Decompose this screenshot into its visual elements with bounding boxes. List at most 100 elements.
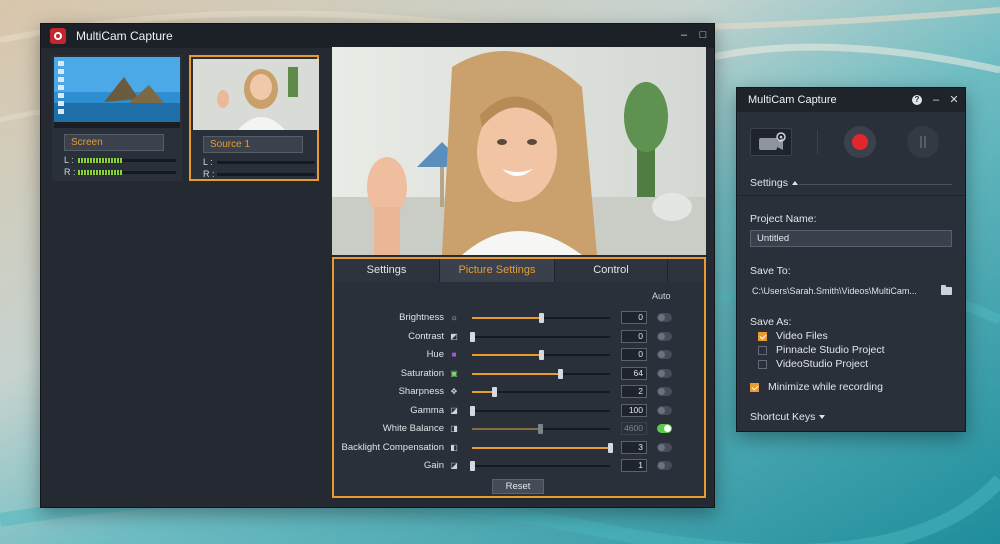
auto-toggle[interactable] xyxy=(657,331,672,341)
setting-value-field[interactable]: 0 xyxy=(621,348,647,361)
setting-value-field[interactable]: 0 xyxy=(621,329,647,343)
divider xyxy=(799,184,952,185)
gamma-icon: ◪ xyxy=(450,405,458,415)
setting-slider[interactable] xyxy=(472,442,613,453)
audio-meter-right: R : xyxy=(203,169,315,179)
sun-icon: ☼ xyxy=(450,313,458,322)
caret-down-icon xyxy=(819,415,826,420)
slider-handle[interactable] xyxy=(539,313,544,323)
setting-value-field[interactable]: 0 xyxy=(621,311,647,324)
tab-settings[interactable]: Settings xyxy=(334,259,440,282)
help-icon[interactable]: ? xyxy=(912,95,922,105)
setting-slider[interactable] xyxy=(472,313,610,323)
auto-toggle[interactable] xyxy=(657,461,672,470)
auto-toggle[interactable] xyxy=(657,350,672,359)
close-icon[interactable]: ✕ xyxy=(948,93,960,107)
record-button[interactable] xyxy=(844,126,876,158)
gain-icon: ◪ xyxy=(450,461,458,470)
picture-setting-row: Backlight Compensation ◧ 3 xyxy=(334,440,704,455)
source-name-field[interactable]: Screen xyxy=(64,134,164,151)
audio-meter-left: L : xyxy=(64,155,176,165)
minimize-while-recording[interactable]: Minimize while recording xyxy=(750,381,883,393)
checkbox[interactable] xyxy=(750,382,759,392)
source-name-field[interactable]: Source 1 xyxy=(203,136,303,153)
audio-meter-left: L : xyxy=(203,157,315,167)
maximize-icon[interactable]: □ xyxy=(696,28,710,42)
slider-handle[interactable] xyxy=(492,387,498,397)
setting-slider[interactable] xyxy=(470,405,610,416)
save-as-label: Save As: xyxy=(750,316,792,328)
settings-tabs: Settings Picture Settings Control xyxy=(334,259,704,282)
setting-label: Contrast xyxy=(408,330,444,342)
setting-label: Gamma xyxy=(410,404,444,416)
picture-setting-row: Brightness ☼ 0 xyxy=(334,311,704,325)
source-camera[interactable]: Source 1 L : R : xyxy=(189,55,319,181)
slider-handle[interactable] xyxy=(537,424,543,434)
auto-toggle[interactable] xyxy=(657,405,672,415)
setting-slider[interactable] xyxy=(470,331,610,342)
save-as-pinnacle-project[interactable]: Pinnacle Studio Project xyxy=(758,344,885,356)
hue-icon: ■ xyxy=(451,350,457,359)
slider-handle[interactable] xyxy=(558,368,564,379)
setting-value-field[interactable]: 2 xyxy=(621,385,647,398)
setting-slider[interactable] xyxy=(472,387,610,397)
setting-slider[interactable] xyxy=(470,461,610,471)
minimize-icon[interactable]: – xyxy=(677,28,691,42)
setting-label: Hue xyxy=(426,349,444,360)
auto-toggle[interactable] xyxy=(657,368,672,378)
save-to-path: C:\Users\Sarah.Smith\Videos\MultiCam... xyxy=(752,286,917,296)
setting-value-field[interactable]: 100 xyxy=(621,403,647,417)
caret-up-icon xyxy=(791,181,798,186)
minimize-icon[interactable]: – xyxy=(930,93,942,107)
folder-icon[interactable] xyxy=(941,285,952,295)
camera-thumbnail xyxy=(193,59,319,130)
picture-settings-panel: Settings Picture Settings Control Auto B… xyxy=(332,257,706,498)
capture-widget: MultiCam Capture ? – ✕ Settings Project … xyxy=(736,87,966,432)
camera-gear-icon xyxy=(759,132,786,150)
slider-handle[interactable] xyxy=(470,405,475,416)
setting-value-field[interactable]: 4600 xyxy=(621,422,647,435)
setting-value-field[interactable]: 1 xyxy=(621,459,647,472)
picture-setting-row: Contrast ◩ 0 xyxy=(334,329,704,344)
setting-value-field[interactable]: 64 xyxy=(621,366,647,380)
slider-handle[interactable] xyxy=(470,461,475,471)
setting-label: Sharpness xyxy=(398,386,444,397)
save-as-video-files[interactable]: Video Files xyxy=(758,330,828,342)
auto-toggle[interactable] xyxy=(657,313,672,322)
pause-button[interactable] xyxy=(907,126,939,158)
save-to-label: Save To: xyxy=(750,265,791,277)
setting-slider[interactable] xyxy=(472,424,610,434)
setting-label: White Balance xyxy=(382,423,444,434)
slider-handle[interactable] xyxy=(608,442,613,453)
tab-control[interactable]: Control xyxy=(555,259,668,282)
widget-title: MultiCam Capture xyxy=(748,94,837,106)
setting-slider[interactable] xyxy=(472,350,610,360)
checkbox[interactable] xyxy=(758,331,767,341)
camera-settings-button[interactable] xyxy=(750,128,792,156)
project-name-input[interactable]: Untitled xyxy=(750,230,952,247)
backlight-icon: ◧ xyxy=(450,442,458,452)
tab-picture-settings[interactable]: Picture Settings xyxy=(440,259,555,282)
setting-value-field[interactable]: 3 xyxy=(621,440,647,454)
auto-toggle[interactable] xyxy=(657,424,672,433)
setting-slider[interactable] xyxy=(472,368,610,379)
picture-setting-row: Sharpness ✥ 2 xyxy=(334,385,704,399)
settings-toggle[interactable]: Settings xyxy=(750,177,798,189)
auto-toggle[interactable] xyxy=(657,387,672,396)
save-as-videostudio-project[interactable]: VideoStudio Project xyxy=(758,358,868,370)
picture-setting-row: Hue ■ 0 xyxy=(334,348,704,362)
shortcut-keys-toggle[interactable]: Shortcut Keys xyxy=(750,411,826,423)
main-titlebar[interactable]: MultiCam Capture – □ xyxy=(41,24,714,48)
slider-handle[interactable] xyxy=(470,331,475,342)
window-title: MultiCam Capture xyxy=(76,29,173,43)
camera-preview xyxy=(332,47,706,255)
slider-handle[interactable] xyxy=(539,350,544,360)
checkbox[interactable] xyxy=(758,359,767,369)
auto-toggle[interactable] xyxy=(657,442,672,452)
reset-button[interactable]: Reset xyxy=(492,479,544,494)
sharpness-icon: ✥ xyxy=(450,387,458,396)
checkbox[interactable] xyxy=(758,345,767,355)
picture-setting-row: White Balance ◨ 4600 xyxy=(334,422,704,436)
screen-thumbnail xyxy=(54,57,180,128)
source-screen[interactable]: Screen L : R : xyxy=(52,55,182,181)
